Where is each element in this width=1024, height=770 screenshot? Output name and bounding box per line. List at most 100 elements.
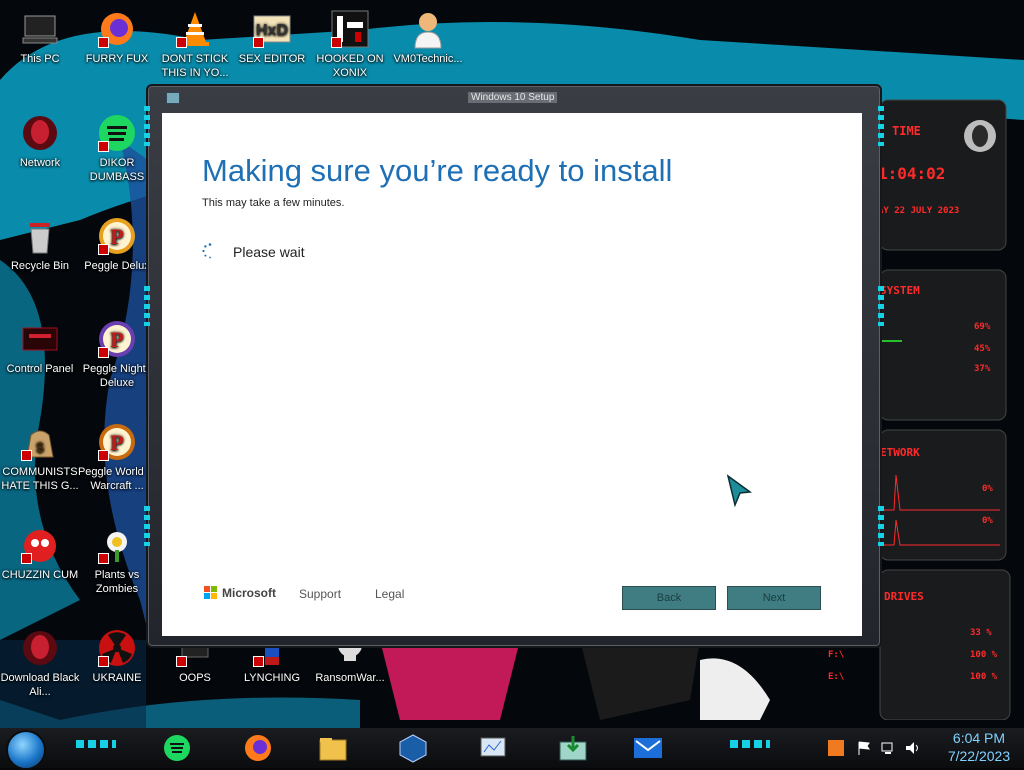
file-explorer-icon [319, 738, 347, 761]
mouse-cursor-icon [726, 474, 753, 508]
microsoft-logo-icon [204, 586, 218, 600]
taskbar-item-setup[interactable] [556, 732, 590, 764]
desktop-icon-label: SEX EDITOR [238, 53, 306, 65]
desktop-icon-label: COMMUNISTS HATE THIS G... [1, 466, 79, 492]
gadget-sys-value: 69% [974, 322, 991, 332]
desktop-icon-sex-editor[interactable]: HxD SEX EDITOR [232, 8, 312, 66]
control-panel-icon [19, 318, 61, 360]
start-button[interactable] [6, 730, 46, 770]
desktop-icon-label: DONT STICK THIS IN YO... [161, 53, 229, 79]
svg-text:$: $ [36, 439, 44, 455]
desktop-icon-communists[interactable]: $ COMMUNISTS HATE THIS G... [0, 421, 80, 493]
taskbar-item-mail[interactable] [631, 732, 665, 764]
spotify-icon [164, 735, 190, 761]
volume-icon[interactable] [904, 740, 920, 756]
clock-time[interactable]: 6:04 PM [938, 730, 1020, 746]
radiation-icon [96, 627, 138, 669]
desktop-icon-label: Peggle Nights Deluxe [82, 363, 152, 389]
flag-icon[interactable] [856, 740, 872, 756]
recycle-bin-icon [19, 215, 61, 257]
money-bag-icon: $ [19, 421, 61, 463]
gadget-time-value: 1:04:02 [878, 164, 946, 183]
vlc-cone-icon [174, 8, 216, 50]
computer-icon [19, 8, 61, 50]
network-icon[interactable] [880, 740, 896, 756]
desktop-icon-label: CHUZZIN CUM [1, 569, 79, 581]
desktop-icon-label: Peggle World of Warcraft ... [77, 466, 157, 492]
desktop-icon-peggle-nights[interactable]: P Peggle Nights Deluxe [77, 318, 157, 390]
legal-link[interactable]: Legal [375, 587, 404, 601]
svg-text:P: P [110, 327, 123, 352]
mail-icon [634, 738, 662, 758]
system-monitor-gadget: TIME 1:04:02 AY 22 JULY 2023 SYSTEM 69% … [828, 90, 1024, 721]
taskbar: 6:04 PM 7/22/2023 [0, 728, 1024, 770]
gadget-drive-value: 100 % [970, 672, 998, 682]
svg-text:P: P [110, 430, 123, 455]
clock-date[interactable]: 7/22/2023 [938, 748, 1020, 764]
flower-icon [96, 524, 138, 566]
desktop-icon-label: This PC [20, 53, 60, 65]
desktop-icon-label: Download Black Ali... [0, 672, 80, 698]
desktop-icon-peggle-deluxe[interactable]: P Peggle Delux [77, 215, 157, 273]
taskbar-item-system-monitor[interactable] [476, 732, 510, 764]
desktop-icon-this-pc[interactable]: This PC [0, 8, 80, 66]
xonix-icon [329, 8, 371, 50]
gadget-sys-value: 45% [974, 344, 991, 354]
peggle-icon: P [96, 215, 138, 257]
setup-window-icon [166, 92, 180, 104]
gadget-drive-value: 100 % [970, 650, 998, 660]
desktop-icon-ukraine[interactable]: UKRAINE [77, 627, 157, 685]
status-text: Please wait [233, 244, 305, 260]
desktop-icon-recycle-bin[interactable]: Recycle Bin [0, 215, 80, 273]
microsoft-brand: Microsoft [222, 586, 276, 600]
desktop-icon-label: FURRY FUX [85, 53, 149, 65]
desktop-icon-label: Control Panel [6, 363, 74, 375]
setup-install-icon [559, 736, 587, 761]
desktop-icon-label: HOOKED ON XONIX [316, 53, 384, 79]
virtualbox-icon [399, 734, 427, 763]
gadget-network-label: ETWORK [880, 446, 920, 459]
svg-text:P: P [110, 224, 123, 249]
gadget-sys-value: 37% [974, 364, 991, 374]
page-title: Making sure you’re ready to install [202, 153, 673, 188]
desktop-icon-network[interactable]: Network [0, 112, 80, 170]
gadget-drive-value: 33 % [970, 628, 992, 638]
back-button[interactable]: Back [622, 586, 716, 610]
desktop-icon-label: Network [19, 157, 61, 169]
peggle-icon: P [96, 318, 138, 360]
setup-content-panel: Making sure you’re ready to install This… [162, 113, 862, 636]
desktop-icon-dont-stick[interactable]: DONT STICK THIS IN YO... [155, 8, 235, 80]
gadget-drive-letter: F:\ [828, 650, 845, 660]
desktop-icon-label: Peggle Delux [84, 260, 150, 272]
firefox-icon [96, 8, 138, 50]
desktop-icon-label: LYNCHING [243, 672, 301, 684]
desktop-icon-control-panel[interactable]: Control Panel [0, 318, 80, 376]
desktop-icon-label: Recycle Bin [10, 260, 70, 272]
desktop-icon-hooked-on-xonix[interactable]: HOOKED ON XONIX [310, 8, 390, 80]
next-button[interactable]: Next [727, 586, 821, 610]
desktop-icon-label: Plants vs Zombies [94, 569, 140, 595]
taskbar-item-virtualbox[interactable] [396, 732, 430, 764]
desktop-icon-download-black-alien[interactable]: Download Black Ali... [0, 627, 80, 699]
gadget-date-value: AY 22 JULY 2023 [878, 206, 960, 216]
desktop-icon-label: UKRAINE [92, 672, 142, 684]
loading-spinner-icon [202, 243, 212, 259]
taskbar-decoration [76, 740, 116, 748]
desktop-icon-furry-fux[interactable]: FURRY FUX [77, 8, 157, 66]
gadget-drives-label: DRIVES [884, 590, 924, 603]
gadget-net-value: 0% [982, 484, 993, 494]
gadget-drive-letter: E:\ [828, 672, 845, 682]
desktop-icon-label: RansomWar... [315, 672, 385, 684]
taskbar-item-firefox[interactable] [241, 732, 275, 764]
taskbar-item-file-explorer[interactable] [316, 732, 350, 764]
window-title: Windows 10 Setup [468, 92, 558, 103]
firefox-icon [245, 735, 271, 761]
support-link[interactable]: Support [299, 587, 341, 601]
desktop-icon-chuzzin[interactable]: CHUZZIN CUM [0, 524, 80, 582]
taskbar-decoration [730, 740, 770, 748]
notification-app-icon[interactable] [828, 740, 844, 756]
desktop-icon-peggle-wow[interactable]: P Peggle World of Warcraft ... [77, 421, 157, 493]
desktop-icon-label: VM0Technic... [393, 53, 463, 65]
taskbar-item-spotify[interactable] [160, 732, 194, 764]
desktop-icon-vm0technic[interactable]: VM0Technic... [388, 8, 468, 66]
